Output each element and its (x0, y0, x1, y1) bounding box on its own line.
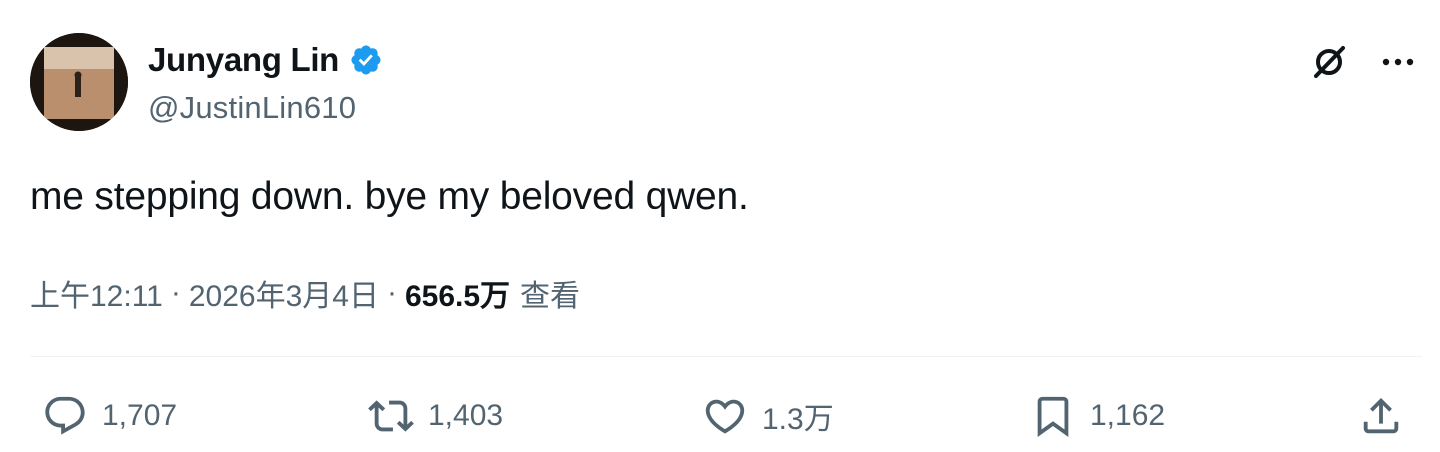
avatar[interactable] (30, 33, 128, 131)
grok-icon (1314, 46, 1345, 78)
avatar-image (30, 33, 128, 131)
more-icon (1382, 58, 1414, 66)
reply-count: 1,707 (102, 399, 178, 432)
heart-icon (705, 399, 745, 434)
like-count: 1.3万 (762, 403, 834, 436)
like-button[interactable]: 1.3万 (702, 392, 834, 440)
tweet-text: me stepping down. bye my beloved qwen. (30, 175, 749, 218)
meta-separator: · (170, 276, 181, 309)
author-handle[interactable]: @JustinLin610 (148, 90, 356, 126)
verified-badge-icon (349, 43, 383, 77)
reply-button[interactable]: 1,707 (42, 392, 177, 440)
tweet-meta: 上午12:11 · 2026年3月4日 · 656.5万 查看 (30, 272, 580, 314)
tweet-card: Junyang Lin @JustinLin610 me stepping do… (0, 0, 1440, 452)
retweet-button[interactable]: 1,403 (368, 392, 503, 440)
retweet-icon (368, 400, 414, 432)
views-count[interactable]: 656.5万 (405, 271, 510, 315)
views-label[interactable]: 查看 (520, 271, 580, 315)
reply-icon (45, 396, 85, 435)
bookmark-button[interactable]: 1,162 (1030, 392, 1165, 440)
bookmark-count: 1,162 (1090, 399, 1166, 432)
share-button[interactable] (1358, 392, 1404, 440)
retweet-count: 1,403 (428, 399, 504, 432)
author-name-row: Junyang Lin (148, 38, 383, 82)
tweet-time[interactable]: 上午12:11 (30, 271, 163, 315)
bookmark-icon (1037, 396, 1069, 437)
meta-separator: · (386, 276, 397, 309)
share-icon (1363, 397, 1399, 434)
more-options-button[interactable] (1374, 38, 1422, 86)
author-display-name[interactable]: Junyang Lin (148, 41, 339, 79)
tweet-date[interactable]: 2026年3月4日 (189, 271, 379, 315)
grok-button[interactable] (1305, 38, 1353, 86)
divider (30, 356, 1422, 357)
